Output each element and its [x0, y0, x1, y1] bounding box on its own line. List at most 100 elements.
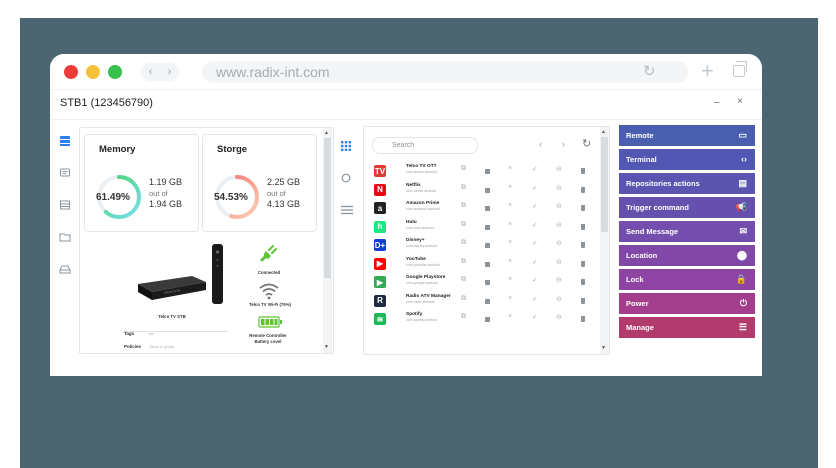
- left-panel-scrollbar[interactable]: ▲ ▼: [323, 128, 332, 353]
- remove-icon[interactable]: ×: [508, 221, 512, 228]
- app-row[interactable]: ▶ Google Playstore com.google.android ⧉ × ✓ ⊖: [372, 274, 595, 292]
- app-row[interactable]: TV Telco TV OTT com.telcotv.android ⧉ × ✓ ⊖: [372, 163, 595, 181]
- policies-value[interactable]: Show to group: [149, 345, 174, 349]
- edit-icon[interactable]: ⧉: [461, 165, 466, 173]
- reload-icon[interactable]: ↻: [643, 62, 656, 80]
- next-page-button[interactable]: ›: [562, 139, 565, 149]
- minus-circle-icon[interactable]: ⊖: [556, 221, 562, 229]
- minus-circle-icon[interactable]: ⊖: [556, 165, 562, 173]
- remove-icon[interactable]: ×: [508, 313, 512, 320]
- remove-icon[interactable]: ×: [508, 276, 512, 283]
- remove-icon[interactable]: ×: [508, 184, 512, 191]
- delete-icon[interactable]: [581, 279, 585, 285]
- close-dot[interactable]: [64, 65, 78, 79]
- delete-icon[interactable]: [581, 186, 585, 193]
- app-row[interactable]: ≋ Spotify com.spotify.android ⧉ × ✓ ⊖: [372, 311, 595, 329]
- delete-icon[interactable]: [581, 260, 585, 267]
- app-name: Telco TV OTT: [406, 164, 437, 169]
- check-icon[interactable]: ✓: [532, 258, 538, 266]
- grid-icon[interactable]: [341, 138, 355, 151]
- action-trigger-command-button[interactable]: Trigger command 📢: [619, 197, 755, 218]
- app-row[interactable]: h Hulu com.hulu.android ⧉ × ✓ ⊖: [372, 219, 595, 237]
- delete-icon[interactable]: [581, 297, 585, 304]
- action-location-button[interactable]: Location ⬤: [619, 245, 755, 266]
- app-row[interactable]: N Netflix com.netflix.android ⧉ × ✓ ⊖: [372, 182, 595, 200]
- action-repositories-actions-button[interactable]: Repositories actions ▤: [619, 173, 755, 194]
- stop-icon[interactable]: [485, 280, 490, 285]
- close-button[interactable]: ×: [737, 96, 743, 107]
- remove-icon[interactable]: ×: [508, 202, 512, 209]
- minus-circle-icon[interactable]: ⊖: [556, 313, 562, 321]
- remove-icon[interactable]: ×: [508, 258, 512, 265]
- folder-icon[interactable]: [58, 230, 72, 244]
- prev-page-button[interactable]: ‹: [539, 139, 542, 149]
- stop-icon[interactable]: [485, 206, 490, 211]
- minus-circle-icon[interactable]: ⊖: [556, 295, 562, 303]
- remove-icon[interactable]: ×: [508, 165, 512, 172]
- stop-icon[interactable]: [485, 187, 490, 193]
- stop-icon[interactable]: [485, 224, 490, 230]
- action-power-button[interactable]: Power ⏻: [619, 293, 755, 314]
- minus-circle-icon[interactable]: ⊖: [556, 239, 562, 247]
- edit-icon[interactable]: ⧉: [461, 295, 466, 303]
- delete-icon[interactable]: [581, 168, 585, 174]
- app-row[interactable]: R Radio ATV Manager com.radix.android ⧉ × ✓ ⊖: [372, 293, 595, 311]
- stop-icon[interactable]: [485, 169, 490, 174]
- back-button[interactable]: ‹: [149, 66, 153, 78]
- minus-circle-icon[interactable]: ⊖: [556, 202, 562, 210]
- action-send-message-button[interactable]: Send Message ✉: [619, 221, 755, 242]
- edit-icon[interactable]: ⧉: [461, 258, 466, 266]
- circle-icon[interactable]: [341, 170, 355, 183]
- check-icon[interactable]: ✓: [532, 239, 538, 247]
- menu-icon[interactable]: [341, 202, 355, 215]
- check-icon[interactable]: ✓: [532, 295, 538, 303]
- delete-icon[interactable]: [581, 242, 585, 248]
- minimize-dot[interactable]: [86, 65, 100, 79]
- action-remote-button[interactable]: Remote ▭: [619, 125, 755, 146]
- app-row[interactable]: a Amazon Prime com.amazon.android ⧉ × ✓ ⊖: [372, 200, 595, 218]
- tabs-icon[interactable]: [733, 61, 747, 77]
- stop-icon[interactable]: [485, 298, 490, 304]
- apps-scrollbar[interactable]: ▲ ▼: [600, 127, 609, 354]
- new-tab-icon[interactable]: +: [701, 58, 714, 84]
- delete-icon[interactable]: [581, 223, 585, 230]
- edit-icon[interactable]: ⧉: [461, 221, 466, 229]
- refresh-icon[interactable]: ↻: [582, 137, 591, 150]
- delete-icon[interactable]: [581, 316, 585, 322]
- remove-icon[interactable]: ×: [508, 239, 512, 246]
- check-icon[interactable]: ✓: [532, 313, 538, 321]
- list-icon[interactable]: [58, 198, 72, 212]
- action-terminal-button[interactable]: Terminal ‹›: [619, 149, 755, 170]
- check-icon[interactable]: ✓: [532, 202, 538, 210]
- drive-icon[interactable]: [58, 262, 72, 276]
- edit-icon[interactable]: ⧉: [461, 313, 466, 321]
- stop-icon[interactable]: [485, 261, 490, 267]
- server-icon[interactable]: [58, 134, 72, 148]
- check-icon[interactable]: ✓: [532, 221, 538, 229]
- app-row[interactable]: D+ Disney+ com.disney.android ⧉ × ✓ ⊖: [372, 237, 595, 255]
- minus-circle-icon[interactable]: ⊖: [556, 258, 562, 266]
- check-icon[interactable]: ✓: [532, 184, 538, 192]
- minus-circle-icon[interactable]: ⊖: [556, 276, 562, 284]
- edit-icon[interactable]: ⧉: [461, 202, 466, 210]
- delete-icon[interactable]: [581, 205, 585, 211]
- action-lock-button[interactable]: Lock 🔒: [619, 269, 755, 290]
- minus-circle-icon[interactable]: ⊖: [556, 184, 562, 192]
- edit-icon[interactable]: ⧉: [461, 239, 466, 247]
- edit-icon[interactable]: ⧉: [461, 184, 466, 192]
- minimize-button[interactable]: –: [714, 97, 720, 108]
- check-icon[interactable]: ✓: [532, 165, 538, 173]
- app-row[interactable]: ▶ YouTube com.youtube.android ⧉ × ✓ ⊖: [372, 256, 595, 274]
- message-icon[interactable]: [58, 166, 72, 180]
- forward-button[interactable]: ›: [168, 66, 172, 78]
- stop-icon[interactable]: [485, 243, 490, 248]
- edit-icon[interactable]: ⧉: [461, 276, 466, 284]
- memory-title: Memory: [99, 144, 136, 155]
- action-manage-button[interactable]: Manage ☰: [619, 317, 755, 338]
- stop-icon[interactable]: [485, 317, 490, 322]
- address-bar[interactable]: www.radix-int.com: [202, 61, 688, 83]
- remove-icon[interactable]: ×: [508, 295, 512, 302]
- check-icon[interactable]: ✓: [532, 276, 538, 284]
- maximize-dot[interactable]: [108, 65, 122, 79]
- search-input[interactable]: Search: [372, 137, 478, 154]
